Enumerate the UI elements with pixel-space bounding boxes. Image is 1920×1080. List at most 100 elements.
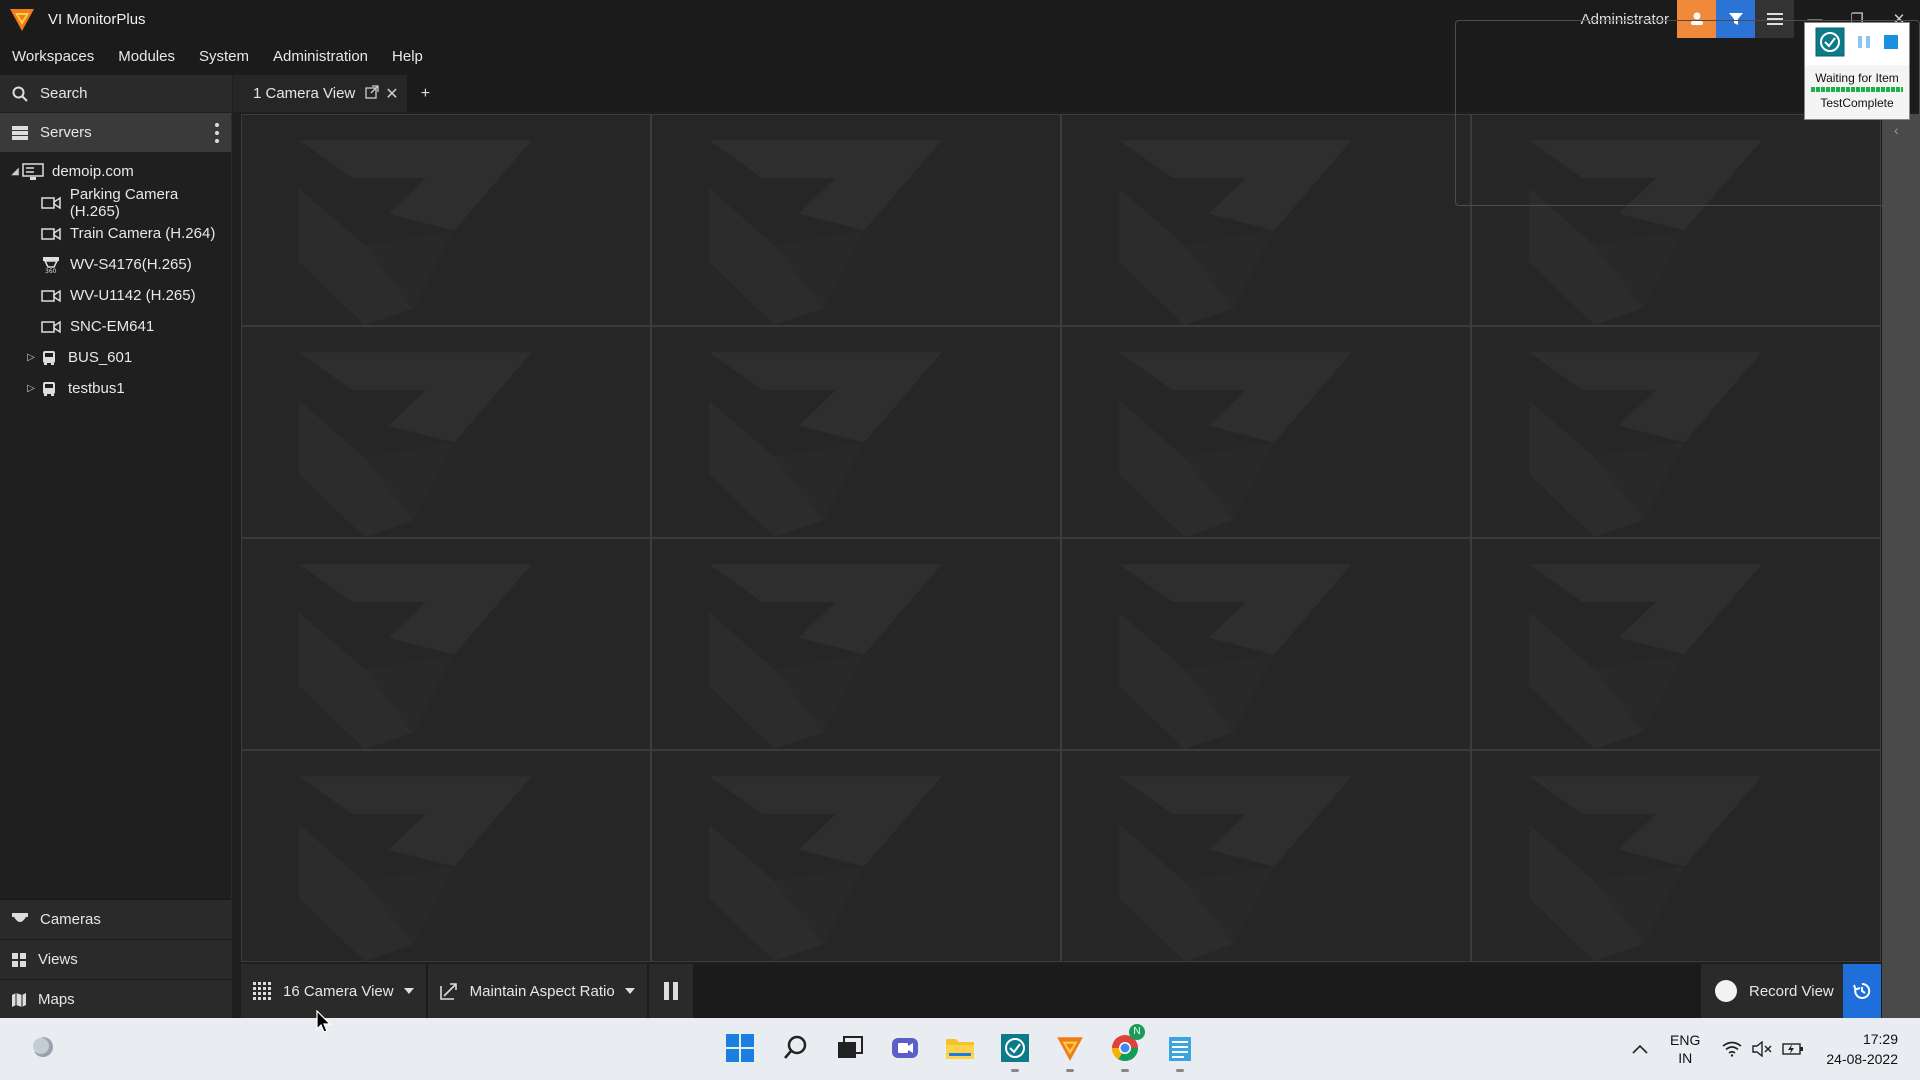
clock[interactable]: 17:29 24-08-2022 — [1826, 1029, 1898, 1069]
tree-server-label: demoip.com — [52, 163, 134, 180]
nav-maps[interactable]: Maps — [0, 979, 232, 1019]
tree-camera-item[interactable]: Train Camera (H.264) — [0, 218, 231, 249]
nav-cameras[interactable]: Cameras — [0, 899, 232, 939]
placeholder-logo-icon — [709, 776, 942, 961]
server-icon — [12, 125, 28, 140]
placeholder-logo-icon — [1529, 352, 1762, 537]
chevron-down-icon — [624, 988, 635, 994]
expand-triangle-icon[interactable]: ▷ — [24, 383, 38, 394]
camera-tile[interactable] — [1472, 327, 1880, 537]
camera-tile[interactable] — [652, 327, 1060, 537]
popout-icon[interactable] — [365, 84, 379, 103]
tree-camera-label: Train Camera (H.264) — [70, 225, 216, 242]
tree-camera-label: Parking Camera (H.265) — [69, 185, 179, 220]
testcomplete-logo-icon[interactable] — [1815, 27, 1845, 61]
tree-group-item[interactable]: ▷ BUS_601 — [0, 342, 231, 373]
menu-modules[interactable]: Modules — [106, 38, 187, 75]
tree-camera-item[interactable]: SNC-EM641 — [0, 311, 231, 342]
wifi-icon[interactable] — [1722, 1041, 1742, 1057]
camera-tile[interactable] — [1472, 751, 1880, 961]
clock-time: 17:29 — [1862, 1031, 1898, 1047]
windows-icon — [726, 1034, 754, 1062]
history-icon — [1853, 982, 1871, 999]
placeholder-logo-icon — [299, 140, 532, 325]
battery-charging-icon[interactable] — [1782, 1042, 1804, 1056]
servers-header[interactable]: Servers — [0, 113, 231, 152]
add-tab-button[interactable]: + — [421, 85, 430, 103]
record-view-button[interactable]: Record View — [1701, 964, 1843, 1018]
tree-camera-item[interactable]: WV-U1142 (H.265) — [0, 280, 231, 311]
teams-chat-button[interactable] — [885, 1028, 925, 1068]
windows-taskbar: N ENG IN 17:29 24-08-2022 — [0, 1018, 1920, 1080]
camera-tile[interactable] — [1062, 115, 1470, 325]
layout-dropdown[interactable]: 16 Camera View — [241, 964, 426, 1018]
camera-icon — [40, 225, 62, 243]
kebab-menu-icon[interactable] — [215, 123, 219, 143]
camera-tile[interactable] — [242, 751, 650, 961]
dome-camera-icon — [12, 912, 28, 922]
tree-camera-label: SNC-EM641 — [70, 318, 155, 335]
camera-tile[interactable] — [242, 115, 650, 325]
tree-camera-item[interactable]: 360 WV-S4176(H.265) — [0, 249, 231, 280]
nav-views[interactable]: Views — [0, 939, 232, 979]
map-icon — [12, 992, 26, 1007]
stop-icon[interactable] — [1883, 34, 1899, 54]
camera-icon — [40, 194, 62, 212]
bus-icon — [38, 380, 60, 398]
pause-icon[interactable] — [1856, 34, 1872, 54]
task-view-button[interactable] — [830, 1028, 870, 1068]
tree-group-item[interactable]: ▷ testbus1 — [0, 373, 231, 404]
chrome-taskbar-button[interactable]: N — [1105, 1024, 1145, 1072]
widgets-weather-icon[interactable] — [22, 1028, 62, 1068]
placeholder-logo-icon — [1119, 140, 1352, 325]
chrome-badge: N — [1129, 1024, 1145, 1040]
servers-label: Servers — [40, 124, 92, 141]
camera-tile[interactable] — [1062, 539, 1470, 749]
close-tab-icon[interactable]: ✕ — [385, 84, 398, 104]
testcomplete-icon — [1001, 1034, 1029, 1062]
app-title: VI MonitorPlus — [48, 10, 146, 28]
task-view-icon — [838, 1036, 863, 1058]
pause-button[interactable] — [648, 964, 693, 1018]
monitorplus-taskbar-button[interactable] — [1050, 1028, 1090, 1072]
testcomplete-taskbar-button[interactable] — [995, 1028, 1035, 1072]
camera-tile[interactable] — [1062, 327, 1470, 537]
camera-tile[interactable] — [652, 751, 1060, 961]
taskbar-search-button[interactable] — [776, 1028, 816, 1068]
expand-triangle-icon[interactable]: ▷ — [24, 352, 38, 363]
camera-tile[interactable] — [242, 327, 650, 537]
menu-system[interactable]: System — [187, 38, 261, 75]
language-indicator[interactable]: ENG IN — [1670, 1031, 1700, 1067]
camera-tile[interactable] — [242, 539, 650, 749]
tree-server-node[interactable]: ◢ demoip.com — [0, 156, 231, 187]
tab-camera-view[interactable]: 1 Camera View ✕ — [233, 75, 407, 112]
refresh-button[interactable] — [1843, 964, 1881, 1018]
camera-tile[interactable] — [1472, 539, 1880, 749]
monitorplus-icon — [1057, 1037, 1083, 1061]
menu-administration[interactable]: Administration — [261, 38, 380, 75]
notepad-taskbar-button[interactable] — [1160, 1028, 1200, 1072]
camera-tile[interactable] — [652, 539, 1060, 749]
placeholder-logo-icon — [709, 352, 942, 537]
testcomplete-progress — [1811, 87, 1903, 92]
start-button[interactable] — [720, 1028, 760, 1068]
file-explorer-button[interactable] — [940, 1028, 980, 1068]
placeholder-logo-icon — [1119, 564, 1352, 749]
sidebar-search[interactable]: Search — [0, 75, 231, 112]
menu-workspaces[interactable]: Workspaces — [0, 38, 106, 75]
show-hidden-icons-chevron-icon[interactable] — [1632, 1044, 1648, 1054]
right-collapse-rail[interactable]: ‹ — [1882, 114, 1920, 1018]
placeholder-logo-icon — [1119, 352, 1352, 537]
menu-help[interactable]: Help — [380, 38, 435, 75]
placeholder-logo-icon — [709, 564, 942, 749]
camera-tile[interactable] — [652, 115, 1060, 325]
camera-tile[interactable] — [1062, 751, 1470, 961]
placeholder-logo-icon — [299, 776, 532, 961]
nav-views-label: Views — [38, 951, 78, 968]
tree-camera-item[interactable]: Parking Camera (H.265) — [0, 185, 231, 220]
nav-maps-label: Maps — [38, 991, 75, 1008]
aspect-ratio-dropdown[interactable]: Maintain Aspect Ratio — [427, 964, 647, 1018]
placeholder-logo-icon — [1529, 776, 1762, 961]
volume-muted-icon[interactable] — [1752, 1041, 1772, 1057]
collapse-triangle-icon[interactable]: ◢ — [8, 166, 22, 177]
